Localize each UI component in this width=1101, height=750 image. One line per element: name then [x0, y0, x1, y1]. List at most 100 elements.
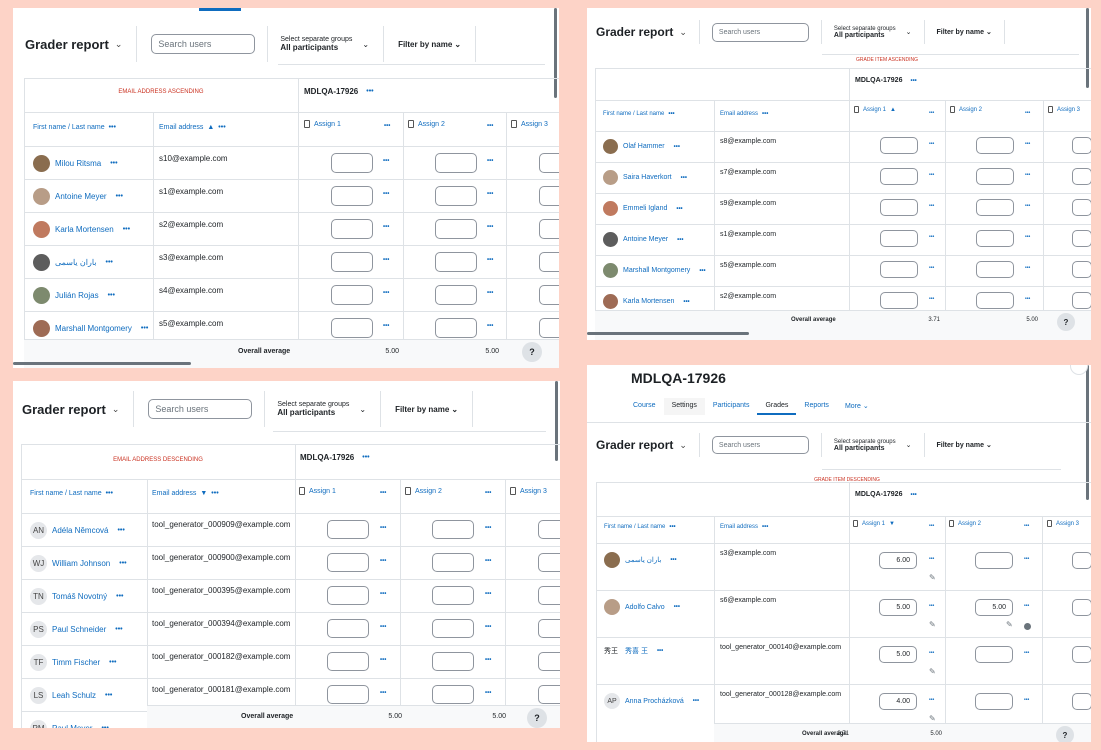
email-column-menu[interactable]: ••• — [762, 111, 768, 117]
user-name[interactable]: Julián Rojas — [55, 291, 99, 300]
user-name[interactable]: Antoine Meyer — [55, 192, 107, 201]
grade-input[interactable] — [435, 318, 477, 338]
user-name[interactable]: Timm Fischer — [52, 658, 100, 667]
grade-menu-button[interactable]: ••• — [929, 234, 934, 240]
grade-input[interactable] — [331, 219, 373, 239]
user-name-cell[interactable]: Marshall Montgomery ••• — [603, 263, 706, 278]
assign2-menu[interactable]: ••• — [485, 490, 491, 496]
user-name-cell[interactable]: LS Leah Schulz ••• — [30, 687, 112, 704]
user-name-cell[interactable]: Karla Mortensen ••• — [33, 221, 130, 238]
user-menu-button[interactable]: ••• — [106, 259, 113, 266]
override-pencil-icon[interactable]: ✎ — [929, 573, 936, 582]
grade-menu-button[interactable]: ••• — [1024, 650, 1029, 656]
grade-menu-button[interactable]: ••• — [487, 257, 493, 263]
search-users-input[interactable]: Search users — [148, 399, 253, 419]
filter-by-name[interactable]: Filter by name ⌄ — [398, 40, 461, 49]
grade-menu-button[interactable]: ••• — [487, 224, 493, 230]
grade-input[interactable] — [880, 292, 918, 309]
assign3-column-header[interactable]: Assign 3 — [511, 120, 548, 128]
user-name-cell[interactable]: AN Adéla Němcová ••• — [30, 522, 125, 539]
user-name[interactable]: Saira Haverkort — [623, 174, 672, 181]
assign3-column-header[interactable]: Assign 3 — [1048, 106, 1080, 113]
assign1-column-header[interactable]: Assign 1 — [299, 487, 336, 495]
groups-selector[interactable]: Select separate groups All participants … — [277, 401, 366, 417]
help-button[interactable]: ? — [522, 342, 542, 362]
user-menu-button[interactable]: ••• — [676, 206, 682, 212]
user-name[interactable]: Adolfo Calvo — [625, 604, 665, 611]
search-users-input[interactable]: Search users — [151, 34, 256, 54]
grade-input[interactable] — [1072, 552, 1091, 569]
grade-menu-button[interactable]: ••• — [1024, 603, 1029, 609]
grade-input[interactable] — [331, 252, 373, 272]
grade-input[interactable] — [331, 153, 373, 173]
filter-by-name[interactable]: Filter by name ⌄ — [937, 441, 992, 450]
user-menu-button[interactable]: ••• — [683, 299, 689, 305]
grade-input[interactable] — [976, 230, 1014, 247]
user-menu-button[interactable]: ••• — [674, 144, 680, 150]
assign1-column-header[interactable]: Assign 1 ▲ — [854, 106, 896, 113]
user-name-cell[interactable]: Olaf Hammer ••• — [603, 139, 680, 154]
nav-reports[interactable]: Reports — [796, 398, 837, 415]
grade-input[interactable] — [1072, 168, 1091, 185]
grade-input[interactable]: 6.00 — [879, 552, 917, 569]
grade-input[interactable] — [327, 685, 369, 704]
assign2-column-header[interactable]: Assign 2 — [408, 120, 445, 128]
user-menu-button[interactable]: ••• — [699, 268, 705, 274]
email-column-header[interactable]: Email address ▼ ••• — [152, 490, 219, 497]
user-name-cell[interactable]: باران یاسمی ••• — [604, 552, 677, 568]
user-name-cell[interactable]: AP Anna Procházková ••• — [604, 693, 699, 709]
grade-input[interactable] — [1072, 261, 1091, 278]
user-name[interactable]: Paul Schneider — [52, 625, 106, 634]
name-column-header[interactable]: First name / Last name ••• — [604, 524, 676, 530]
grade-input[interactable] — [1072, 292, 1091, 309]
grade-input[interactable] — [432, 619, 474, 638]
grade-input[interactable] — [539, 153, 559, 173]
user-name-cell[interactable]: Antoine Meyer ••• — [603, 232, 683, 247]
name-column-header[interactable]: First name / Last name ••• — [33, 124, 116, 131]
name-column-header[interactable]: First name / Last name ••• — [30, 490, 113, 497]
grade-menu-button[interactable]: ••• — [1024, 556, 1029, 562]
assign3-column-header[interactable]: Assign 3 — [510, 487, 547, 495]
grade-input[interactable] — [1072, 693, 1091, 710]
grade-input[interactable] — [1072, 646, 1091, 663]
user-menu-button[interactable]: ••• — [670, 557, 676, 563]
report-selector[interactable]: Grader report ⌄ — [596, 25, 687, 39]
user-name-cell[interactable]: باران یاسمی ••• — [33, 254, 113, 271]
user-menu-button[interactable]: ••• — [681, 175, 687, 181]
grade-input[interactable] — [539, 252, 559, 272]
course-menu-button[interactable]: ••• — [366, 88, 373, 95]
grade-input[interactable]: 5.00 — [975, 599, 1013, 616]
user-name-cell[interactable]: Emmeli Igland ••• — [603, 201, 683, 216]
grade-input[interactable] — [975, 693, 1013, 710]
grade-menu-button[interactable]: ••• — [929, 141, 934, 147]
user-menu-button[interactable]: ••• — [109, 659, 116, 666]
grade-menu-button[interactable]: ••• — [485, 624, 491, 630]
grade-input[interactable] — [880, 199, 918, 216]
horizontal-scrollbar[interactable] — [587, 332, 749, 335]
email-column-menu[interactable]: ••• — [762, 524, 768, 530]
grade-menu-button[interactable]: ••• — [383, 290, 389, 296]
assign1-menu[interactable]: ••• — [380, 490, 386, 496]
grade-input[interactable] — [976, 137, 1014, 154]
grade-input[interactable] — [1072, 230, 1091, 247]
assign2-column-header[interactable]: Assign 2 — [949, 520, 981, 527]
grade-menu-button[interactable]: ••• — [383, 323, 389, 329]
nav-more[interactable]: More ⌄ — [837, 398, 877, 415]
grade-menu-button[interactable]: ••• — [929, 265, 934, 271]
grade-input[interactable] — [539, 318, 559, 338]
grade-input[interactable] — [975, 646, 1013, 663]
email-column-header[interactable]: Email address ▲ ••• — [159, 124, 226, 131]
override-pencil-icon[interactable]: ✎ — [1006, 620, 1013, 629]
grade-input[interactable] — [1072, 599, 1091, 616]
grade-input[interactable] — [539, 285, 559, 305]
search-users-input[interactable]: Search users — [711, 22, 809, 42]
email-column-menu[interactable]: ••• — [218, 124, 225, 131]
grade-input[interactable] — [435, 186, 477, 206]
horizontal-scrollbar[interactable] — [13, 362, 191, 365]
grade-input[interactable] — [976, 168, 1014, 185]
email-column-header[interactable]: Email address ••• — [720, 524, 768, 530]
grade-menu-button[interactable]: ••• — [485, 525, 491, 531]
user-name[interactable]: Marshall Montgomery — [55, 324, 132, 333]
grade-menu-button[interactable]: ••• — [1025, 234, 1030, 240]
grade-input[interactable] — [327, 520, 369, 539]
